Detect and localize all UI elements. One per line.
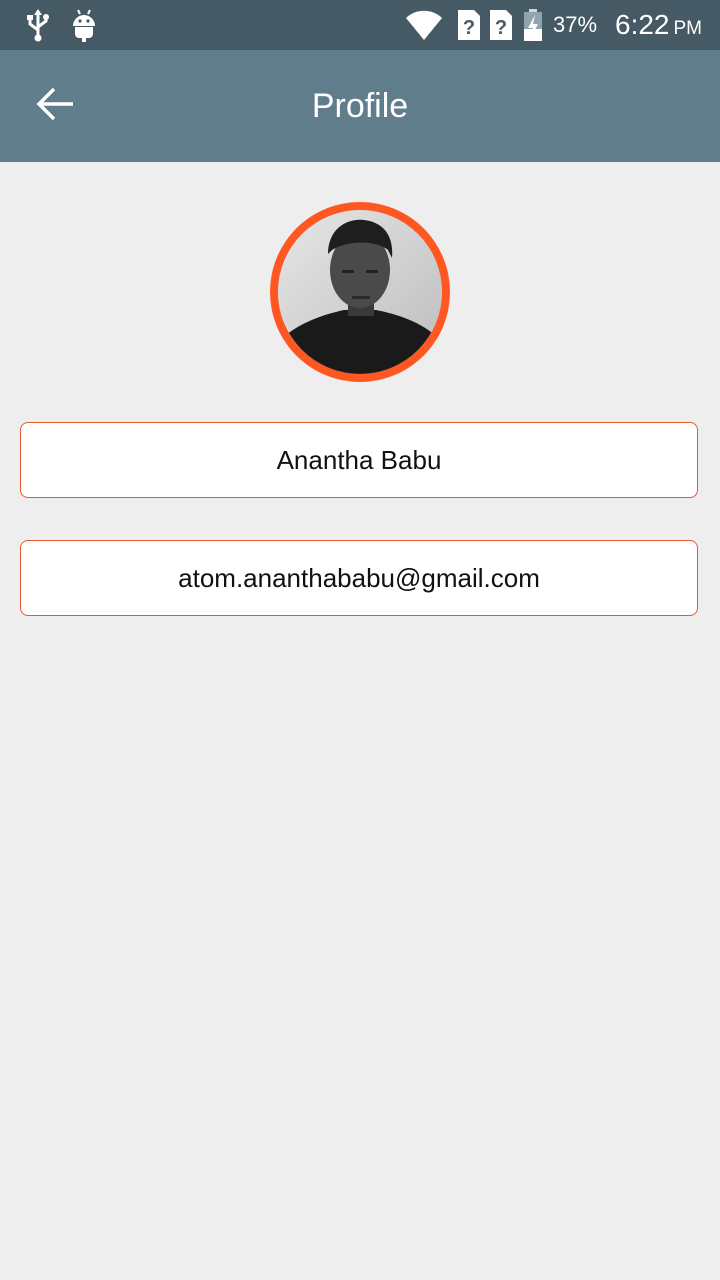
sim-unknown-icon: ? — [488, 8, 514, 47]
avatar-photo — [278, 210, 442, 374]
status-time: 6:22 PM — [615, 0, 702, 50]
time-value: 6:22 — [615, 9, 670, 40]
sim-unknown-icon: ? — [456, 8, 482, 47]
app-bar: Profile — [0, 50, 720, 162]
name-field[interactable]: Anantha Babu — [20, 422, 698, 498]
avatar[interactable] — [270, 202, 450, 382]
page-title: Profile — [311, 87, 409, 125]
wifi-icon — [404, 8, 444, 47]
usb-icon — [24, 8, 52, 47]
status-bar: ? ? 37% 6:22 PM — [0, 0, 720, 50]
svg-text:?: ? — [463, 17, 475, 39]
battery-percent: 37% — [553, 12, 598, 37]
email-field[interactable]: atom.ananthababu@gmail.com — [20, 540, 698, 616]
svg-text:?: ? — [495, 17, 507, 39]
battery-charging-icon — [522, 8, 544, 47]
android-icon — [70, 8, 98, 47]
time-ampm: PM — [673, 18, 703, 39]
